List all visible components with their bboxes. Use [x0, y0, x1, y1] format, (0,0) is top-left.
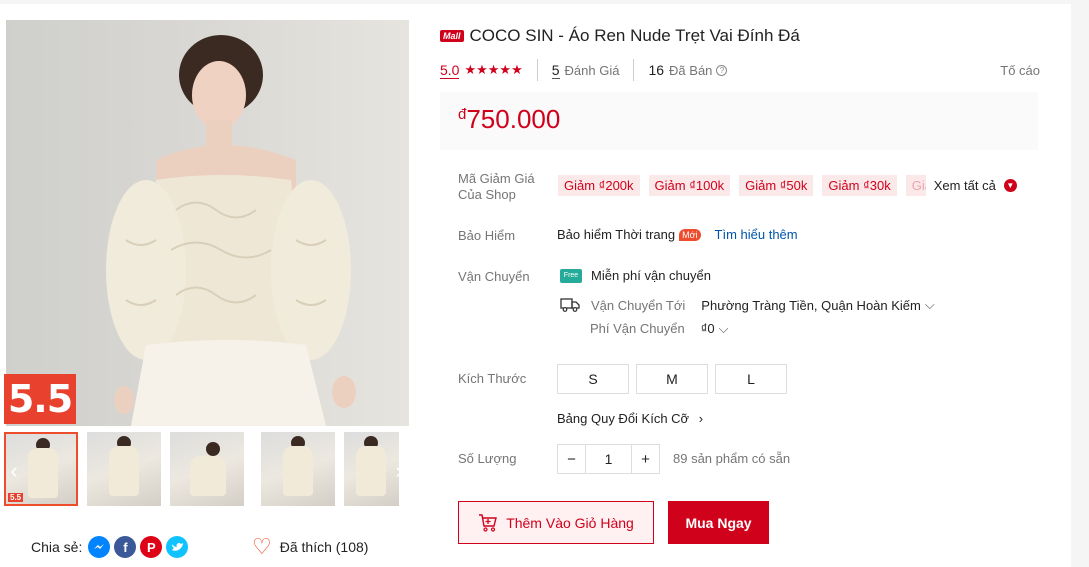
thumbnail-3[interactable]	[170, 432, 244, 506]
price-box: đ750.000	[440, 92, 1038, 150]
size-option-l[interactable]: L	[715, 364, 787, 394]
thumbnail-2[interactable]	[87, 432, 161, 506]
new-badge: Mới	[679, 228, 701, 241]
product-title-row: Mall COCO SIN - Áo Ren Nude Trẹt Vai Đín…	[440, 26, 800, 46]
chevron-right-icon: ›	[698, 411, 704, 426]
thumbnail-4[interactable]	[261, 432, 335, 506]
quantity-decrease-button[interactable]: −	[557, 444, 586, 474]
rating-stars-icon: ★★★★★	[464, 62, 523, 77]
help-icon[interactable]: ?	[716, 64, 728, 76]
ship-to-value[interactable]: Phường Tràng Tiền, Quận Hoàn Kiếm	[701, 298, 921, 313]
report-link[interactable]: Tố cáo	[1000, 63, 1040, 78]
voucher-chip[interactable]: Giảm ₫30k	[822, 175, 897, 196]
free-shipping-row: Free Miễn phí vận chuyển	[560, 268, 711, 283]
buy-now-button[interactable]: Mua Ngay	[668, 501, 769, 544]
thumb-sale-badge: 5.5	[8, 493, 24, 502]
voucher-list: Giảm ₫200k Giảm ₫100k Giảm ₫50k Giảm ₫30…	[558, 175, 1017, 196]
favorite-button[interactable]: ♡ Đã thích (108)	[252, 536, 368, 558]
size-option-m[interactable]: M	[636, 364, 708, 394]
insurance-name: Bảo hiểm Thời trang	[557, 227, 676, 242]
share-label: Chia sẻ:	[31, 539, 83, 555]
rating-value[interactable]: 5.0	[440, 62, 460, 79]
currency-symbol: đ	[458, 106, 467, 123]
learn-more-link[interactable]: Tìm hiểu thêm	[715, 227, 798, 242]
model-illustration	[106, 35, 356, 426]
quantity-input[interactable]: 1	[586, 444, 631, 474]
favorite-count: Đã thích (108)	[279, 539, 369, 555]
chevron-down-icon[interactable]: ⌵	[925, 297, 935, 313]
product-main-image[interactable]	[6, 20, 409, 426]
quantity-stepper: − 1 +	[557, 444, 660, 474]
ship-to-label: Vận Chuyển Tới	[591, 297, 686, 313]
size-label: Kích Thước	[458, 371, 527, 386]
reviews-count[interactable]: 5	[551, 62, 560, 79]
voucher-chip[interactable]: Giảm ₫100k	[648, 175, 731, 196]
shipping-fee-label: Phí Vận Chuyển	[590, 321, 685, 336]
add-to-cart-label: Thêm Vào Giỏ Hàng	[506, 514, 634, 531]
size-chart-label: Bảng Quy Đổi Kích Cỡ	[557, 411, 690, 426]
sale-badge: 5.5	[4, 374, 76, 424]
thumbnail-strip: 5.5 ‹ ›	[4, 432, 409, 510]
quantity-increase-button[interactable]: +	[631, 444, 660, 474]
voucher-chip[interactable]: Giảm ₫50k	[739, 175, 814, 196]
size-chart-link[interactable]: Bảng Quy Đổi Kích Cỡ ›	[557, 411, 703, 426]
chevron-down-icon: ▼	[1003, 179, 1017, 192]
voucher-label-line1: Mã Giảm Giá	[458, 171, 535, 186]
sold-label: Đã Bán	[669, 62, 713, 78]
price-value: 750.000	[466, 104, 561, 134]
product-title: COCO SIN - Áo Ren Nude Trẹt Vai Đính Đá	[469, 26, 800, 45]
product-stats: 5.0 ★★★★★ 5 Đánh Giá 16 Đã Bán ? Tố cáo	[440, 59, 1040, 81]
reviews-label: Đánh Giá	[564, 62, 620, 78]
free-shipping-text: Miễn phí vận chuyển	[591, 268, 711, 283]
sold-count: 16	[648, 62, 665, 78]
insurance-label: Bảo Hiểm	[458, 228, 516, 243]
stock-available: 89 sản phẩm có sẵn	[673, 451, 791, 466]
shipping-fee-value[interactable]: ₫0	[701, 321, 715, 337]
thumb-prev-arrow-icon[interactable]: ‹	[4, 456, 24, 486]
facebook-icon[interactable]: f	[114, 536, 137, 558]
shipping-fee-row: Phí Vận Chuyển ₫0 ⌵	[590, 321, 728, 337]
thumb-next-arrow-icon[interactable]: ›	[389, 456, 409, 486]
cart-icon	[479, 513, 498, 532]
price: đ750.000	[458, 104, 560, 135]
mall-badge: Mall	[440, 30, 464, 42]
insurance-row: Bảo hiểm Thời trang Mới Tìm hiểu thêm	[557, 227, 798, 242]
ship-to-row: Vận Chuyển Tới Phường Tràng Tiền, Quận H…	[560, 297, 935, 313]
see-all-vouchers-button[interactable]: Xem tất cả ▼	[934, 178, 1017, 193]
pinterest-icon[interactable]: P	[140, 536, 163, 558]
add-to-cart-button[interactable]: Thêm Vào Giỏ Hàng	[458, 501, 654, 544]
voucher-chip[interactable]: Giảm ₫200k	[558, 175, 640, 196]
see-all-label: Xem tất cả	[933, 178, 996, 193]
quantity-label: Số Lượng	[458, 451, 517, 466]
voucher-label-line2: Của Shop	[458, 187, 516, 202]
chevron-down-icon[interactable]: ⌵	[719, 321, 729, 337]
free-shipping-icon: Free	[560, 268, 582, 283]
truck-icon	[560, 298, 580, 312]
shipping-label: Vận Chuyển	[458, 269, 530, 284]
share-bar: Chia sẻ: f P	[31, 536, 192, 558]
size-option-s[interactable]: S	[557, 364, 629, 394]
voucher-chip[interactable]: Giả	[905, 175, 926, 196]
voucher-label: Mã Giảm Giá Của Shop	[458, 171, 535, 203]
twitter-icon[interactable]	[166, 536, 189, 558]
heart-icon: ♡	[252, 534, 272, 559]
messenger-icon[interactable]	[88, 536, 111, 558]
product-card: 5.5 5.5 ‹ › Chia sẻ: f P ♡ Đã thích (108…	[0, 4, 1071, 567]
